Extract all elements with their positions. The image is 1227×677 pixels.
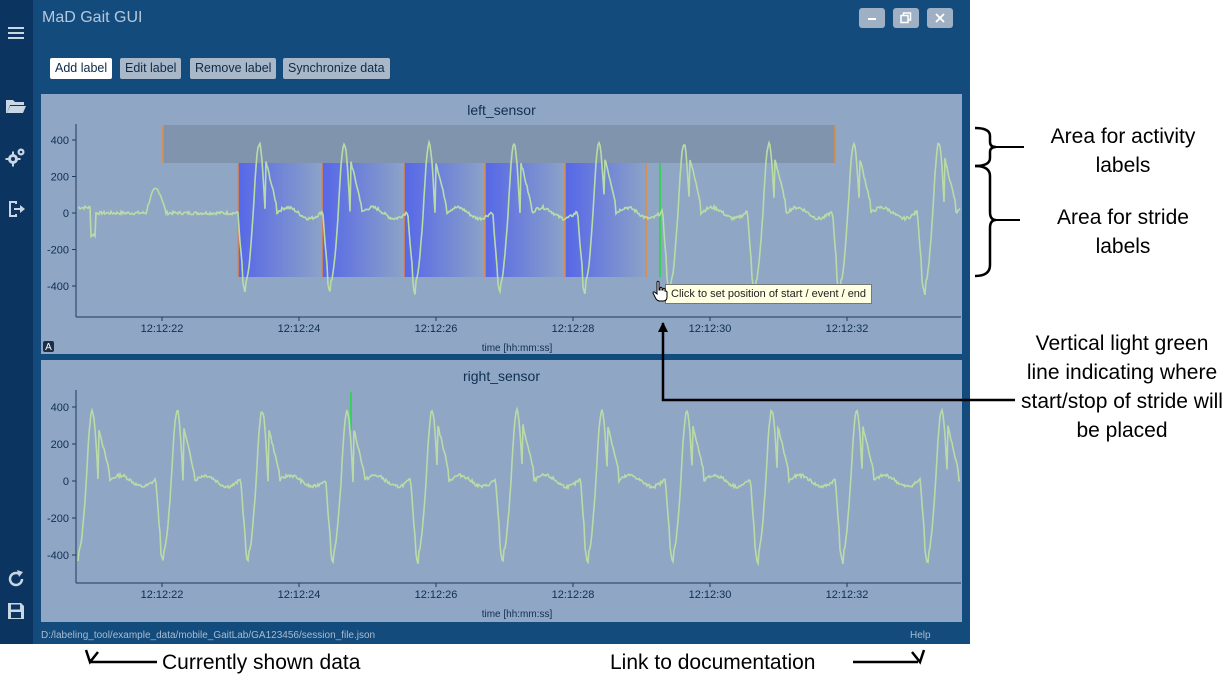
annotation-activity-area: Area for activity labels xyxy=(1050,125,1196,177)
annotation-current-data: Currently shown data xyxy=(162,651,361,674)
annotation-documentation-link: Link to documentation xyxy=(610,651,816,674)
annotation-green-line: Vertical light green line indicating whe… xyxy=(1021,332,1223,442)
green-line-pointer xyxy=(661,323,1015,402)
annotation-stride-area: Area for stride labels xyxy=(1057,206,1189,258)
stride-area-brace xyxy=(974,164,997,278)
activity-area-brace xyxy=(974,126,997,168)
